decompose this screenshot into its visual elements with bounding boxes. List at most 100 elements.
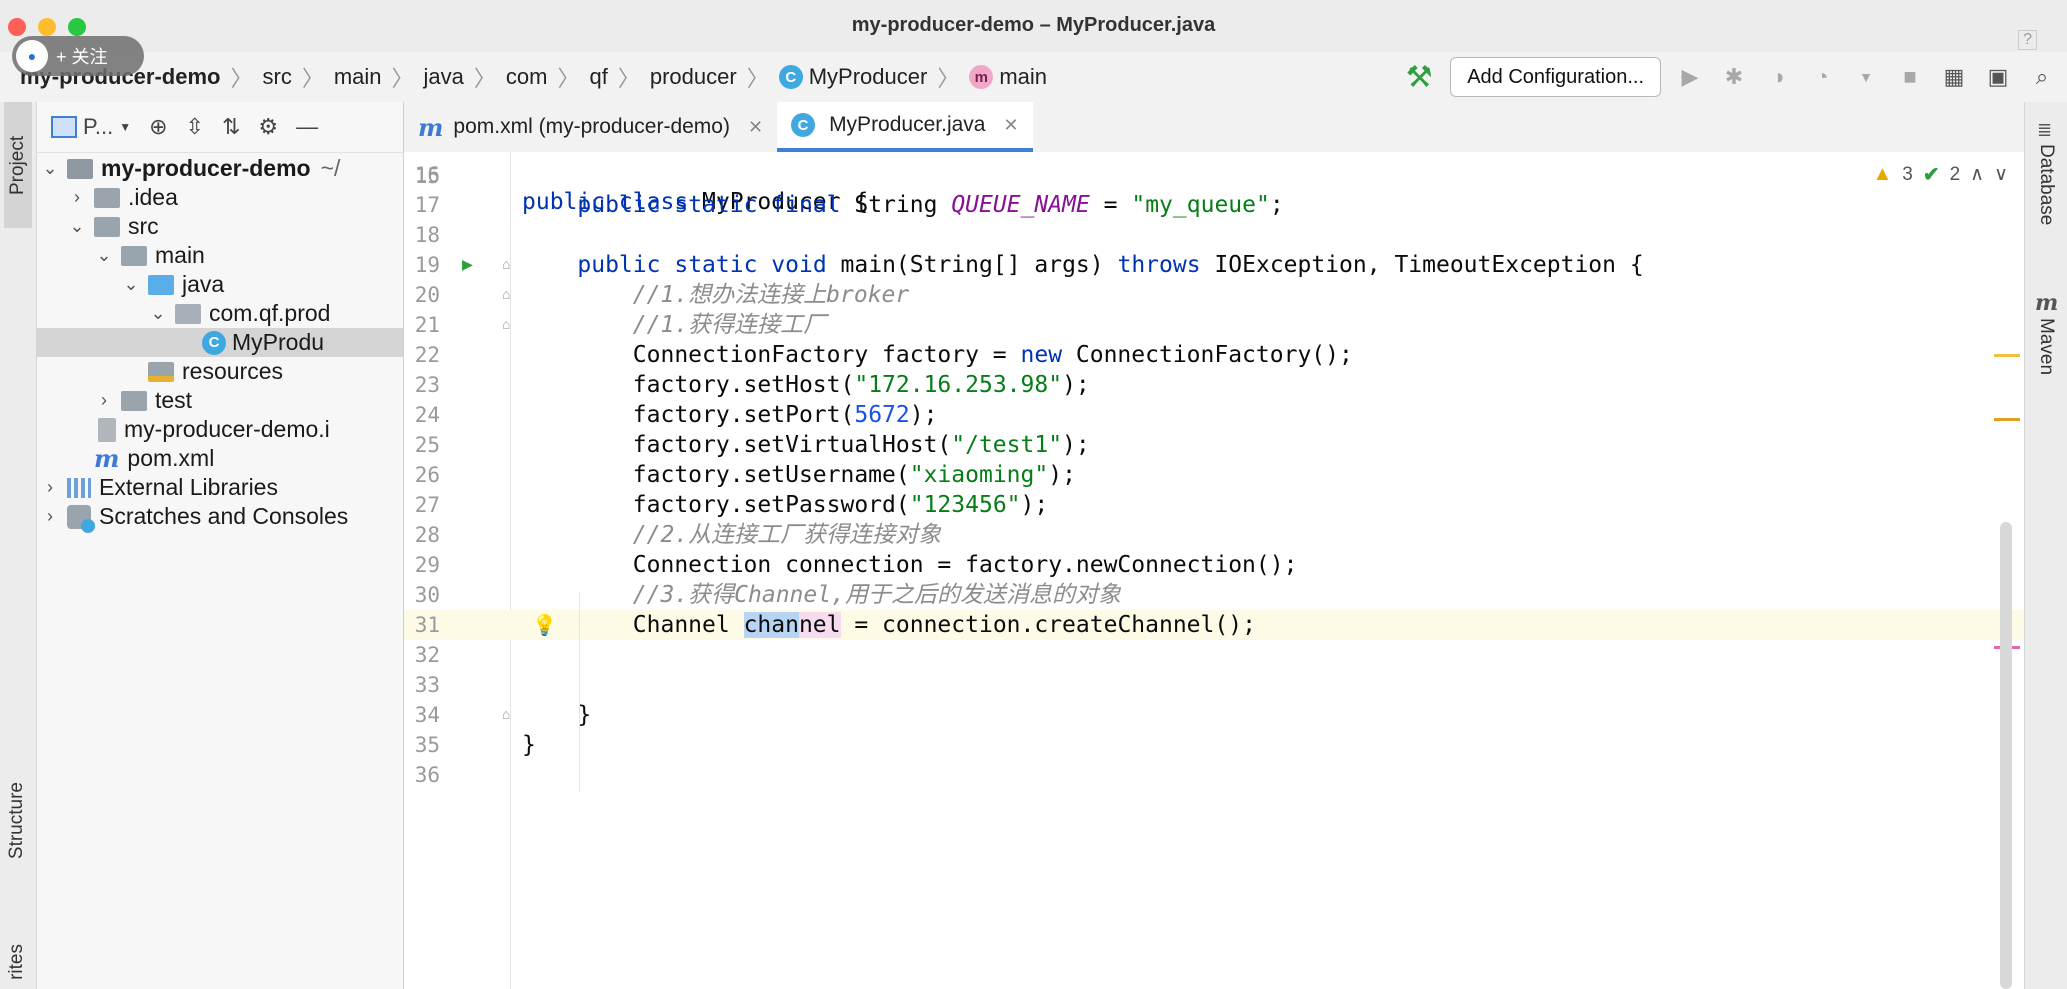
debug-icon[interactable]: ✱ bbox=[1719, 62, 1749, 92]
code-line[interactable]: 34 ⌂ } bbox=[404, 700, 2024, 730]
warning-marker[interactable] bbox=[1994, 354, 2020, 357]
code-text: public static final String QUEUE_NAME = … bbox=[577, 192, 1284, 218]
tree-item[interactable]: C MyProdu bbox=[37, 328, 403, 357]
breadcrumb-method[interactable]: m main bbox=[969, 64, 1047, 90]
chevron-down-icon[interactable]: ⌄ bbox=[66, 216, 88, 237]
left-tool-window-strip: Project Structure rites bbox=[0, 102, 37, 989]
tab-pom-xml[interactable]: m pom.xml (my-producer-demo) ✕ bbox=[404, 102, 777, 152]
project-view-selector[interactable]: P... ▼ bbox=[51, 114, 131, 140]
tree-item[interactable]: › Scratches and Consoles bbox=[37, 502, 403, 533]
tree-item[interactable]: ⌄ main bbox=[37, 241, 403, 270]
code-line[interactable]: 24 factory.setPort(5672); bbox=[404, 400, 2024, 430]
code-line[interactable]: 35} bbox=[404, 730, 2024, 760]
code-line[interactable]: 17 public static final String QUEUE_NAME… bbox=[404, 190, 2024, 220]
more-run-options-icon[interactable]: ▼ bbox=[1851, 62, 1881, 92]
add-configuration-button[interactable]: Add Configuration... bbox=[1450, 57, 1661, 97]
coverage-icon[interactable]: ◑ bbox=[1763, 62, 1793, 92]
tree-item-label: Scratches and Consoles bbox=[99, 503, 349, 529]
fold-marker-icon[interactable]: ⌂ bbox=[502, 700, 510, 730]
tree-item[interactable]: resources bbox=[37, 357, 403, 386]
breadcrumb-qf[interactable]: qf bbox=[590, 64, 608, 90]
code-line[interactable]: 36 bbox=[404, 760, 2024, 790]
project-tool-tab[interactable]: Project bbox=[4, 102, 32, 228]
chevron-right-icon[interactable]: › bbox=[93, 390, 115, 411]
collapse-all-icon[interactable]: ⇅ bbox=[222, 114, 240, 140]
search-icon[interactable]: ⌕ bbox=[2027, 62, 2057, 92]
next-highlight-icon[interactable]: ∨ bbox=[1994, 163, 2008, 186]
chevron-down-icon[interactable]: ⌄ bbox=[39, 158, 61, 179]
breadcrumb-producer[interactable]: producer bbox=[650, 64, 737, 90]
code-line[interactable]: 33 bbox=[404, 670, 2024, 700]
vertical-scrollbar[interactable] bbox=[2000, 522, 2012, 989]
breadcrumb-src[interactable]: src bbox=[263, 64, 292, 90]
breadcrumb-main[interactable]: main bbox=[334, 64, 382, 90]
code-line[interactable]: 21 ⌂ //1.获得连接工厂 bbox=[404, 310, 2024, 340]
tree-item[interactable]: › .idea bbox=[37, 183, 403, 212]
project-panel: P... ▼ ⊕ ⇳ ⇅ ⚙ — ⌄ my-producer-demo ~/ › .id… bbox=[37, 102, 404, 989]
code-line[interactable]: 18 bbox=[404, 220, 2024, 250]
code-text: factory.setUsername("xiaoming"); bbox=[522, 462, 1076, 488]
run-main-icon[interactable]: ▶ bbox=[462, 250, 473, 280]
hide-panel-icon[interactable]: — bbox=[296, 114, 318, 140]
tab-myproducer-java[interactable]: C MyProducer.java ✕ bbox=[777, 102, 1033, 152]
code-line[interactable]: 27 factory.setPassword("123456"); bbox=[404, 490, 2024, 520]
code-line[interactable]: 19 ▶ ⌂ public static void main(String[] ar… bbox=[404, 250, 2024, 280]
profile-icon[interactable]: ◔ bbox=[1807, 62, 1837, 92]
code-line[interactable]: 16 bbox=[404, 160, 2024, 190]
inspection-widget[interactable]: ▲ 3 ✔ 2 ∧ ∨ bbox=[1872, 162, 2008, 187]
line-number: 29 bbox=[414, 553, 440, 577]
build-hammer-icon[interactable]: ⚒ bbox=[1402, 60, 1436, 95]
tree-item[interactable]: ⌄ java bbox=[37, 270, 403, 299]
expand-all-icon[interactable]: ⇳ bbox=[186, 114, 204, 140]
code-line[interactable]: 25 factory.setVirtualHost("/test1"); bbox=[404, 430, 2024, 460]
breadcrumb-com[interactable]: com bbox=[506, 64, 548, 90]
run-anything-icon[interactable]: ▣ bbox=[1983, 62, 2013, 92]
tree-item-label: java bbox=[182, 271, 225, 297]
code-text: } bbox=[522, 702, 592, 728]
code-editor[interactable]: 15 public class MyProducer { 16 17 public… bbox=[404, 152, 2024, 989]
maven-tool-tab[interactable]: Maven bbox=[2035, 318, 2057, 375]
code-line[interactable]: 32 bbox=[404, 640, 2024, 670]
previous-highlight-icon[interactable]: ∧ bbox=[1970, 163, 1984, 186]
gear-icon[interactable]: ⚙ bbox=[258, 114, 278, 140]
close-icon[interactable]: ✕ bbox=[748, 117, 763, 138]
tree-item[interactable]: ⌄ src bbox=[37, 212, 403, 241]
tree-item[interactable]: ⌄ my-producer-demo ~/ bbox=[37, 154, 403, 183]
tree-item[interactable]: m pom.xml bbox=[37, 444, 403, 473]
breadcrumb-class[interactable]: C MyProducer bbox=[778, 64, 927, 90]
favorites-tool-tab[interactable]: rites bbox=[6, 944, 28, 980]
tree-item[interactable]: ⌄ com.qf.prod bbox=[37, 299, 403, 328]
breadcrumb-java[interactable]: java bbox=[424, 64, 464, 90]
database-tool-tab[interactable]: Database bbox=[2035, 144, 2057, 225]
code-line[interactable]: 22 ConnectionFactory factory = new Conne… bbox=[404, 340, 2024, 370]
structure-tool-tab[interactable]: Structure bbox=[6, 782, 28, 859]
code-line[interactable]: 29 Connection connection = factory.newCo… bbox=[404, 550, 2024, 580]
tree-item[interactable]: › test bbox=[37, 386, 403, 415]
chevron-right-icon[interactable]: › bbox=[66, 187, 88, 208]
close-icon[interactable]: ✕ bbox=[1003, 115, 1018, 136]
stop-icon[interactable]: ■ bbox=[1895, 62, 1925, 92]
chevron-right-icon[interactable]: › bbox=[39, 506, 61, 527]
chevron-down-icon[interactable]: ⌄ bbox=[120, 274, 142, 295]
chevron-down-icon[interactable]: ⌄ bbox=[93, 245, 115, 266]
warning-marker[interactable] bbox=[1994, 418, 2020, 421]
fold-marker-icon[interactable]: ⌂ bbox=[502, 250, 510, 280]
code-line[interactable]: 23 factory.setHost("172.16.253.98"); bbox=[404, 370, 2024, 400]
locate-file-icon[interactable]: ⊕ bbox=[149, 114, 167, 140]
code-line[interactable]: 20 ⌂ //1.想办法连接上broker bbox=[404, 280, 2024, 310]
fold-marker-icon[interactable]: ⌂ bbox=[502, 280, 510, 310]
fold-marker-icon[interactable]: ⌂ bbox=[502, 310, 510, 340]
run-icon[interactable]: ▶ bbox=[1675, 62, 1705, 92]
chevron-right-icon[interactable]: › bbox=[39, 477, 61, 498]
follow-overlay-button[interactable]: ● + 关注 bbox=[12, 36, 144, 76]
tree-item[interactable]: › External Libraries bbox=[37, 473, 403, 502]
code-line[interactable]: 31 💡 Channel channel = connection.createC… bbox=[404, 610, 2024, 640]
code-line[interactable]: 30 //3.获得Channel,用于之后的发送消息的对象 bbox=[404, 580, 2024, 610]
tree-item[interactable]: my-producer-demo.i bbox=[37, 415, 403, 444]
project-structure-icon[interactable]: ▦ bbox=[1939, 62, 1969, 92]
window-title: my-producer-demo – MyProducer.java bbox=[851, 14, 1216, 36]
code-line[interactable]: 28 //2.从连接工厂获得连接对象 bbox=[404, 520, 2024, 550]
chevron-down-icon[interactable]: ⌄ bbox=[147, 303, 169, 324]
code-line[interactable]: 26 factory.setUsername("xiaoming"); bbox=[404, 460, 2024, 490]
help-button[interactable]: ? bbox=[2018, 30, 2037, 50]
